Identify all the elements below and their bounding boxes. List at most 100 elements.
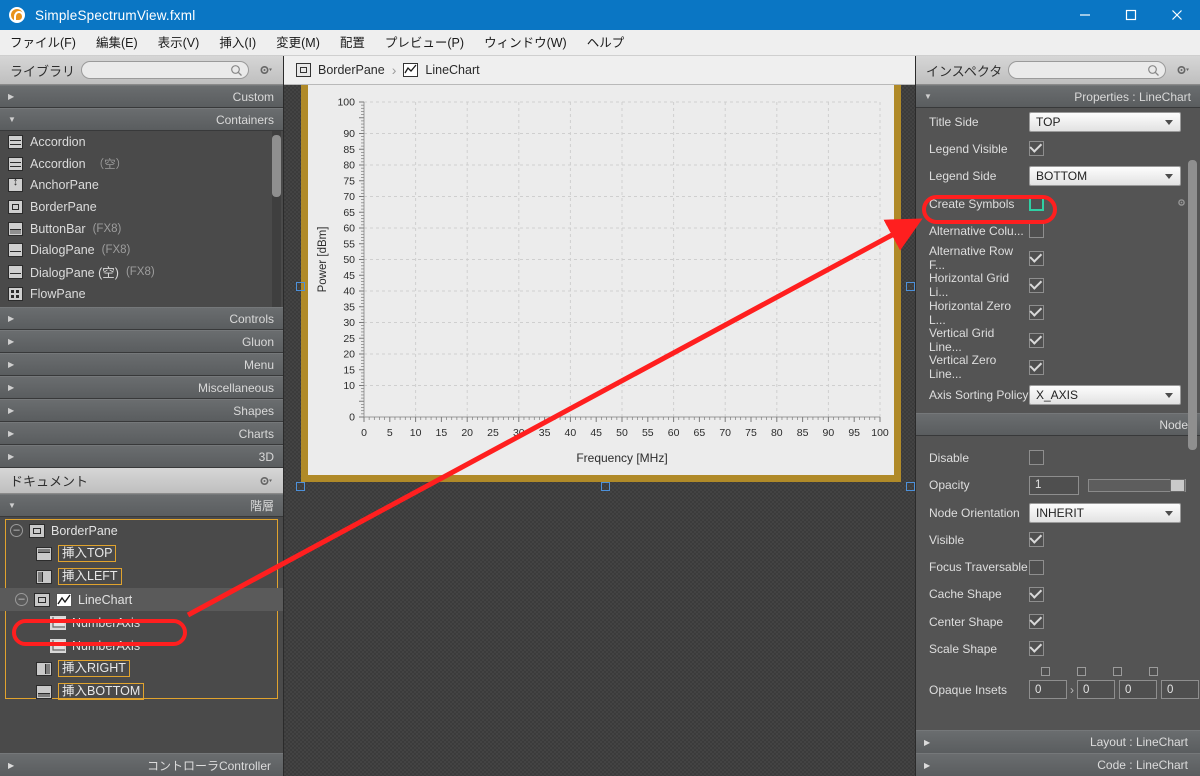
opacity-slider[interactable] xyxy=(1088,478,1186,492)
opacity-slider-thumb[interactable] xyxy=(1170,478,1185,492)
create-symbols-gear-icon[interactable] xyxy=(1176,197,1187,211)
opacity-input[interactable]: 1 xyxy=(1029,475,1079,495)
menu-arrange[interactable]: 配置 xyxy=(330,30,375,56)
title-side-combo[interactable]: TOP xyxy=(1029,111,1181,132)
library-section-containers[interactable]: ▼ Containers xyxy=(0,108,283,131)
library-list[interactable]: Accordion Accordion （空） AnchorPane Border… xyxy=(0,131,283,307)
inspector-search-input[interactable] xyxy=(1016,64,1158,76)
library-search-input[interactable] xyxy=(89,64,241,76)
alternative-column-checkbox[interactable] xyxy=(1029,223,1044,239)
library-section-custom[interactable]: ▶ Custom xyxy=(0,85,283,108)
list-item[interactable]: Accordion xyxy=(0,131,283,153)
resize-handle-sw[interactable] xyxy=(296,482,305,491)
list-item[interactable]: AnchorPane xyxy=(0,174,283,196)
inspector-node-header[interactable]: Node xyxy=(916,413,1200,437)
list-item[interactable]: Accordion （空） xyxy=(0,153,283,175)
opaque-insets-right-input[interactable]: 0 xyxy=(1077,680,1115,700)
focus-traversable-checkbox[interactable] xyxy=(1029,559,1044,575)
node-orientation-combo[interactable]: INHERIT xyxy=(1029,502,1181,523)
library-section-shapes[interactable]: ▶ Shapes xyxy=(0,399,283,422)
tree-node-numberaxis-y[interactable]: NumberAxis xyxy=(0,634,283,657)
linechart[interactable]: 0 5 10 15 20 25 30 35 40 45 50 55 60 65 70 75 80 85 90 95 10… xyxy=(308,85,894,475)
resize-handle-se[interactable] xyxy=(906,482,915,491)
library-section-3d[interactable]: ▶ 3D xyxy=(0,445,283,468)
inspector-layout-footer[interactable]: ▶ Layout : LineChart xyxy=(916,730,1200,753)
menu-view[interactable]: 表示(V) xyxy=(148,30,210,56)
inspector-gear-icon[interactable] xyxy=(1172,64,1194,76)
breadcrumb-item-borderpane[interactable]: BorderPane xyxy=(318,63,385,77)
tree-node-insert-bottom[interactable]: 挿入BOTTOM xyxy=(0,680,283,703)
menu-edit[interactable]: 編集(E) xyxy=(86,30,148,56)
legend-side-combo[interactable]: BOTTOM xyxy=(1029,166,1181,187)
horizontal-grid-lines-checkbox[interactable] xyxy=(1029,277,1044,293)
list-item[interactable]: DialogPane (空) (FX8) xyxy=(0,261,283,283)
resize-handle-w[interactable] xyxy=(296,282,305,291)
collapse-expander-icon[interactable]: – xyxy=(15,593,28,606)
minimize-button[interactable] xyxy=(1062,0,1108,30)
inspector-body[interactable]: Title Side TOP Legend Visible Legend Sid… xyxy=(916,108,1200,730)
menu-window[interactable]: ウィンドウ(W) xyxy=(474,30,577,56)
inspector-properties-header[interactable]: ▼ Properties : LineChart xyxy=(916,85,1200,108)
library-section-gluon[interactable]: ▶ Gluon xyxy=(0,330,283,353)
library-section-charts[interactable]: ▶ Charts xyxy=(0,422,283,445)
opaque-inset-bottom-checkbox[interactable] xyxy=(1113,667,1122,677)
horizontal-zero-line-checkbox[interactable] xyxy=(1029,305,1044,321)
chart-selection-frame[interactable]: 0 5 10 15 20 25 30 35 40 45 50 55 60 65 70 75 80 85 90 95 10… xyxy=(296,85,915,491)
opaque-insets-left-input[interactable]: 0 xyxy=(1161,680,1199,700)
menu-modify[interactable]: 変更(M) xyxy=(266,30,330,56)
list-item[interactable]: DialogPane (FX8) xyxy=(0,239,283,261)
breadcrumb-item-linechart[interactable]: LineChart xyxy=(425,63,479,77)
menu-preview[interactable]: プレビュー(P) xyxy=(375,30,474,56)
disable-checkbox[interactable] xyxy=(1029,450,1044,466)
menu-insert[interactable]: 挿入(I) xyxy=(209,30,266,56)
library-scrollbar-thumb[interactable] xyxy=(272,135,281,197)
resize-handle-e[interactable] xyxy=(906,282,915,291)
list-item[interactable]: ButtonBar (FX8) xyxy=(0,218,283,240)
tree-node-linechart[interactable]: – LineChart xyxy=(0,588,283,611)
tree-node-borderpane[interactable]: – BorderPane xyxy=(0,519,283,542)
create-symbols-checkbox[interactable] xyxy=(1029,196,1044,212)
collapse-expander-icon[interactable]: – xyxy=(10,524,23,537)
tree-node-insert-right[interactable]: 挿入RIGHT xyxy=(0,657,283,680)
scale-shape-checkbox[interactable] xyxy=(1029,641,1044,657)
opaque-inset-right-checkbox[interactable] xyxy=(1077,667,1086,677)
design-canvas[interactable]: 0 5 10 15 20 25 30 35 40 45 50 55 60 65 70 75 80 85 90 95 10… xyxy=(284,85,915,776)
document-section-hierarchy[interactable]: ▼ 階層 xyxy=(0,494,283,517)
library-section-menu[interactable]: ▶ Menu xyxy=(0,353,283,376)
visible-checkbox[interactable] xyxy=(1029,532,1044,548)
axis-sorting-policy-combo[interactable]: X_AXIS xyxy=(1029,384,1181,405)
axis-icon xyxy=(50,638,66,653)
opaque-insets-bottom-input[interactable]: 0 xyxy=(1119,680,1157,700)
alternative-row-checkbox[interactable] xyxy=(1029,250,1044,266)
opaque-inset-left-checkbox[interactable] xyxy=(1149,667,1158,677)
maximize-button[interactable] xyxy=(1108,0,1154,30)
library-section-miscellaneous[interactable]: ▶ Miscellaneous xyxy=(0,376,283,399)
library-gear-icon[interactable] xyxy=(255,64,277,76)
vertical-grid-lines-checkbox[interactable] xyxy=(1029,332,1044,348)
resize-handle-s[interactable] xyxy=(601,482,610,491)
cache-shape-checkbox[interactable] xyxy=(1029,586,1044,602)
tree-node-insert-left[interactable]: 挿入LEFT xyxy=(0,565,283,588)
tree-node-insert-top[interactable]: 挿入TOP xyxy=(0,542,283,565)
library-section-label: Containers xyxy=(215,112,274,127)
document-gear-icon[interactable] xyxy=(255,475,277,487)
document-controller-bar[interactable]: ▶ コントローラController xyxy=(0,753,283,776)
library-section-controls[interactable]: ▶ Controls xyxy=(0,307,283,330)
menu-help[interactable]: ヘルプ xyxy=(577,30,635,56)
legend-visible-checkbox[interactable] xyxy=(1029,141,1044,157)
list-item[interactable]: FlowPane xyxy=(0,283,283,305)
opaque-insets-top-input[interactable]: 0 xyxy=(1029,680,1067,700)
close-button[interactable] xyxy=(1154,0,1200,30)
list-item[interactable]: BorderPane xyxy=(0,196,283,218)
hierarchy-tree[interactable]: – BorderPane 挿入TOP 挿入LEFT – LineChart Nu… xyxy=(0,517,283,753)
property-label: Node Orientation xyxy=(929,505,1020,520)
center-shape-checkbox[interactable] xyxy=(1029,614,1044,630)
tree-node-numberaxis-x[interactable]: NumberAxis xyxy=(0,611,283,634)
chevron-down-icon xyxy=(1165,510,1173,516)
opaque-inset-top-checkbox[interactable] xyxy=(1041,667,1050,677)
vertical-zero-line-checkbox[interactable] xyxy=(1029,359,1044,375)
library-search[interactable] xyxy=(81,61,249,79)
inspector-code-footer[interactable]: ▶ Code : LineChart xyxy=(916,753,1200,776)
menu-file[interactable]: ファイル(F) xyxy=(0,30,86,56)
inspector-search[interactable] xyxy=(1008,61,1166,79)
